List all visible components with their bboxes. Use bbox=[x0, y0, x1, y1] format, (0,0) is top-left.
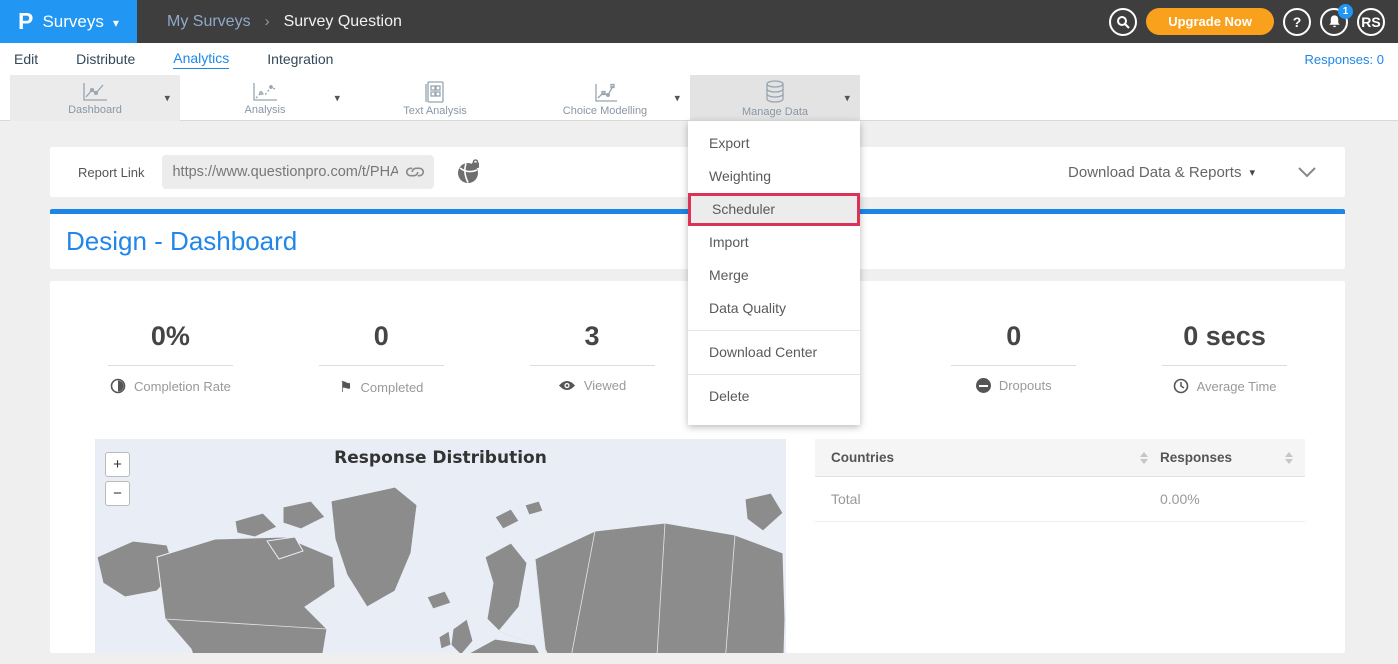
minus-circle-icon bbox=[976, 378, 991, 393]
search-button[interactable] bbox=[1109, 8, 1137, 36]
menu-item-download-center[interactable]: Download Center bbox=[688, 336, 860, 369]
clock-icon bbox=[1173, 378, 1189, 394]
caret-down-icon[interactable]: ▾ bbox=[674, 92, 680, 105]
choice-chart-icon bbox=[591, 80, 619, 104]
report-link-label: Report Link bbox=[78, 165, 144, 180]
caret-down-icon[interactable]: ▾ bbox=[334, 92, 340, 105]
questionpro-logo-icon: P bbox=[18, 8, 33, 35]
nav-tab-analytics[interactable]: Analytics bbox=[173, 50, 229, 69]
menu-item-merge[interactable]: Merge bbox=[688, 259, 860, 292]
trend-chart-icon bbox=[251, 81, 279, 103]
stat-completed: 0 ⚑ Completed bbox=[276, 321, 487, 396]
sort-icon-responses[interactable] bbox=[1285, 452, 1293, 464]
surveys-product-switcher[interactable]: P Surveys ▾ bbox=[0, 0, 137, 43]
menu-item-delete[interactable]: Delete bbox=[688, 380, 860, 413]
avatar[interactable]: RS bbox=[1357, 8, 1385, 36]
breadcrumb-current: Survey Question bbox=[284, 13, 402, 31]
countries-table: Countries Responses Total 0.00% bbox=[815, 439, 1305, 653]
search-icon bbox=[1116, 15, 1130, 29]
analytics-toolbar: Dashboard ▾ Analysis ▾ Text Analysis Cho… bbox=[0, 75, 1398, 121]
question-mark-icon: ? bbox=[1293, 14, 1302, 30]
report-privacy-button[interactable] bbox=[456, 159, 482, 185]
nav-tab-integration[interactable]: Integration bbox=[267, 51, 333, 67]
page-title: Design - Dashboard bbox=[50, 226, 297, 257]
menu-divider bbox=[688, 330, 860, 331]
map-title: Response Distribution bbox=[95, 439, 786, 468]
database-icon bbox=[762, 79, 788, 105]
table-row-total: Total 0.00% bbox=[815, 477, 1305, 522]
response-distribution-map[interactable]: Response Distribution + − bbox=[95, 439, 786, 653]
stat-dropouts: 0 Dropouts bbox=[908, 321, 1119, 396]
map-zoom-in-button[interactable]: + bbox=[105, 452, 130, 477]
menu-item-scheduler[interactable]: Scheduler bbox=[688, 193, 860, 226]
top-header: P Surveys ▾ My Surveys › Survey Question… bbox=[0, 0, 1398, 43]
flag-icon: ⚑ bbox=[339, 378, 352, 396]
countries-table-header: Countries Responses bbox=[815, 439, 1305, 477]
caret-down-icon[interactable]: ▾ bbox=[164, 92, 170, 105]
tab-dashboard[interactable]: Dashboard ▾ bbox=[10, 75, 180, 121]
stat-average-time: 0 secs Average Time bbox=[1119, 321, 1330, 396]
menu-item-import[interactable]: Import bbox=[688, 226, 860, 259]
report-link-input[interactable] bbox=[162, 155, 434, 189]
tab-choice-modelling[interactable]: Choice Modelling ▾ bbox=[520, 75, 690, 121]
download-data-reports-menu[interactable]: Download Data & Reports ▾ bbox=[1068, 164, 1255, 181]
breadcrumb-my-surveys[interactable]: My Surveys bbox=[167, 13, 251, 31]
completion-rate-icon bbox=[110, 378, 126, 394]
tab-manage-data[interactable]: Manage Data ▾ bbox=[690, 75, 860, 121]
caret-down-icon: ▾ bbox=[113, 16, 119, 30]
stat-completion-rate: 0% Completion Rate bbox=[65, 321, 276, 396]
caret-down-icon[interactable]: ▾ bbox=[844, 92, 850, 105]
collapse-chevron-icon[interactable] bbox=[1297, 166, 1317, 178]
help-button[interactable]: ? bbox=[1283, 8, 1311, 36]
notification-badge: 1 bbox=[1338, 4, 1353, 19]
menu-item-data-quality[interactable]: Data Quality bbox=[688, 292, 860, 325]
tab-text-analysis[interactable]: Text Analysis bbox=[350, 75, 520, 121]
menu-item-export[interactable]: Export bbox=[688, 127, 860, 160]
column-header-countries: Countries bbox=[831, 450, 894, 465]
eye-icon bbox=[558, 379, 576, 392]
breadcrumb-separator-icon: › bbox=[265, 13, 270, 30]
manage-data-menu: Export Weighting Scheduler Import Merge … bbox=[688, 121, 860, 425]
caret-down-icon: ▾ bbox=[1249, 166, 1255, 179]
menu-item-weighting[interactable]: Weighting bbox=[688, 160, 860, 193]
nav-tab-edit[interactable]: Edit bbox=[14, 51, 38, 67]
responses-count: Responses: 0 bbox=[1305, 52, 1385, 67]
sort-icon-countries[interactable] bbox=[1140, 452, 1148, 464]
nav-tab-distribute[interactable]: Distribute bbox=[76, 51, 135, 67]
breadcrumb: My Surveys › Survey Question bbox=[167, 13, 402, 31]
tab-analysis[interactable]: Analysis ▾ bbox=[180, 75, 350, 121]
world-map[interactable] bbox=[95, 479, 786, 653]
stat-viewed: 3 Viewed bbox=[487, 321, 698, 396]
globe-lock-icon bbox=[456, 159, 482, 185]
upgrade-now-button[interactable]: Upgrade Now bbox=[1146, 8, 1274, 35]
document-grid-icon bbox=[423, 80, 447, 104]
column-header-responses: Responses bbox=[1160, 450, 1232, 465]
product-label: Surveys bbox=[42, 12, 103, 32]
line-chart-icon bbox=[81, 81, 109, 103]
menu-divider bbox=[688, 374, 860, 375]
link-icon bbox=[404, 162, 426, 182]
notifications-button[interactable]: 1 bbox=[1320, 8, 1348, 36]
survey-nav: Edit Distribute Analytics Integration Re… bbox=[0, 43, 1398, 75]
